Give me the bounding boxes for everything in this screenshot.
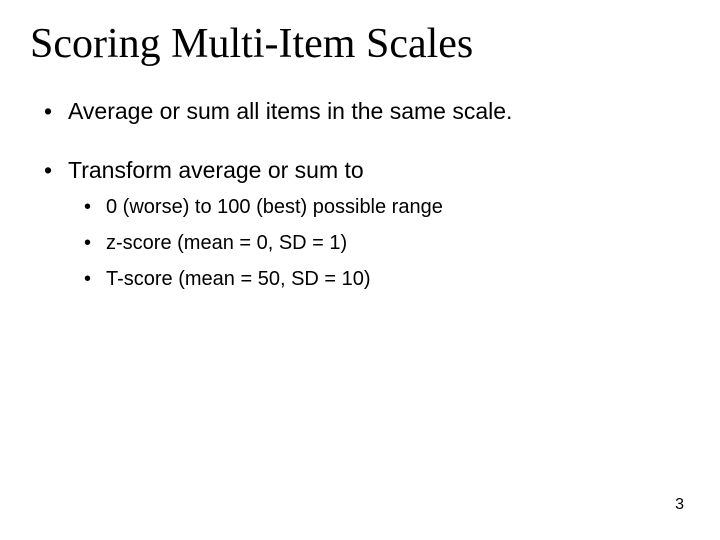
sub-bullet-list: 0 (worse) to 100 (best) possible range z… (68, 192, 680, 294)
sub-bullet-item: 0 (worse) to 100 (best) possible range (106, 192, 680, 222)
sub-bullet-item: z-score (mean = 0, SD = 1) (106, 228, 680, 258)
bullet-list: Average or sum all items in the same sca… (40, 96, 680, 294)
page-title: Scoring Multi-Item Scales (30, 20, 680, 68)
slide: Scoring Multi-Item Scales Average or sum… (0, 0, 720, 540)
page-number: 3 (675, 496, 684, 514)
bullet-item: Average or sum all items in the same sca… (68, 96, 680, 127)
sub-bullet-text: 0 (worse) to 100 (best) possible range (106, 196, 443, 218)
bullet-text: Transform average or sum to (68, 157, 364, 183)
sub-bullet-text: z-score (mean = 0, SD = 1) (106, 232, 347, 254)
bullet-item: Transform average or sum to 0 (worse) to… (68, 155, 680, 294)
bullet-text: Average or sum all items in the same sca… (68, 98, 512, 124)
sub-bullet-text: T-score (mean = 50, SD = 10) (106, 268, 371, 290)
sub-bullet-item: T-score (mean = 50, SD = 10) (106, 264, 680, 294)
